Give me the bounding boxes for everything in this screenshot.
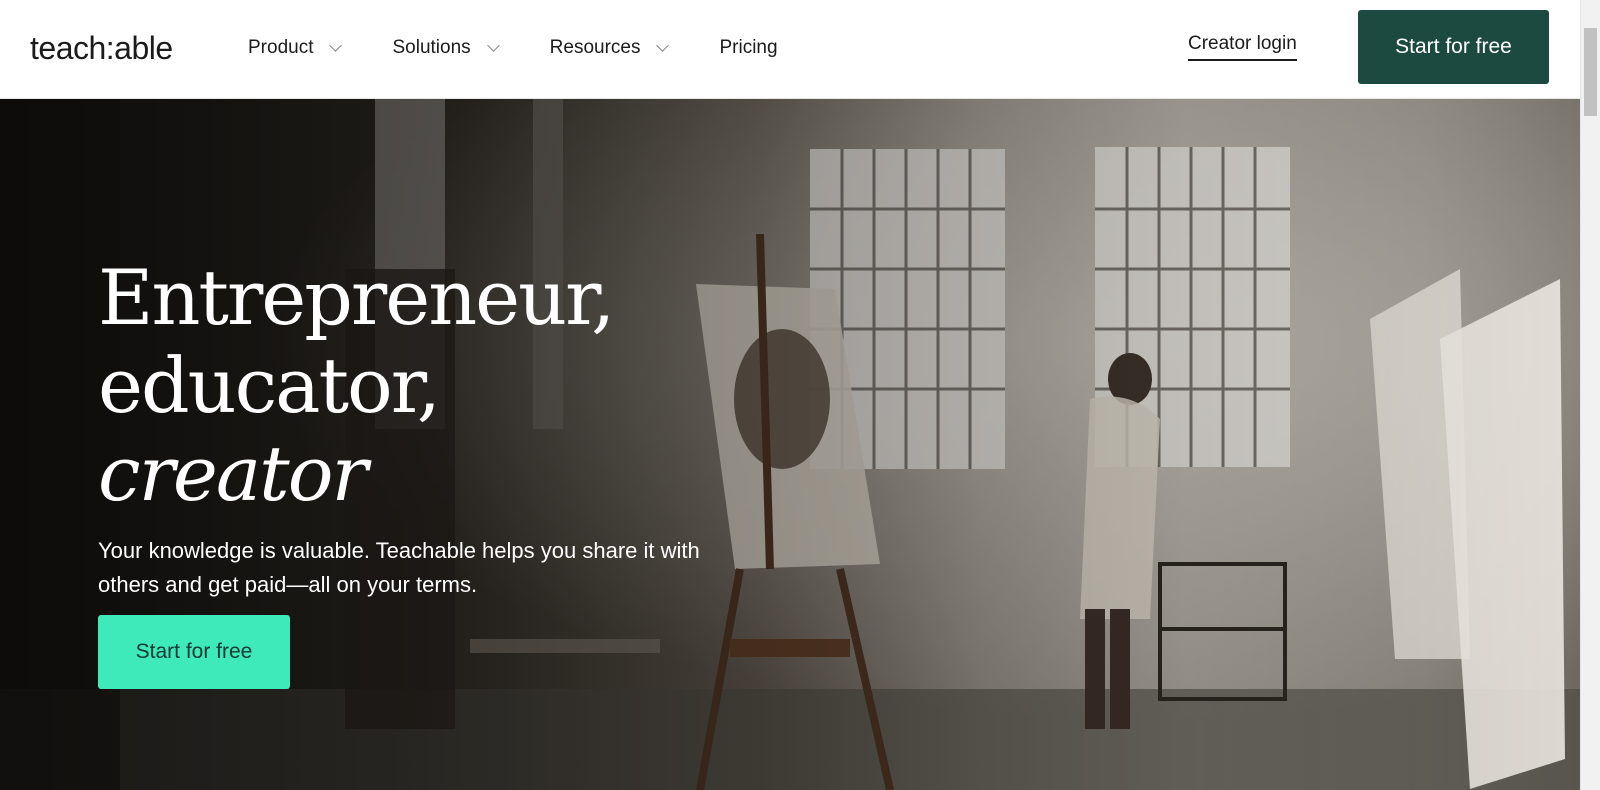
page: teach:able Product Solutions Resources P… <box>0 0 1600 790</box>
hero-heading: Entrepreneur, educator, creator <box>98 252 615 518</box>
nav-item-pricing[interactable]: Pricing <box>719 37 777 59</box>
site-header: teach:able Product Solutions Resources P… <box>0 0 1580 99</box>
start-for-free-button-header[interactable]: Start for free <box>1358 10 1549 84</box>
page-scrollbar[interactable] <box>1580 0 1600 790</box>
teachable-logo[interactable]: teach:able <box>30 29 173 67</box>
chevron-down-icon <box>486 38 500 52</box>
nav-item-resources[interactable]: Resources <box>549 37 670 59</box>
scrollbar-thumb[interactable] <box>1584 28 1597 116</box>
nav-item-label: Resources <box>549 37 641 58</box>
chevron-down-icon <box>329 38 343 52</box>
hero-heading-line-italic: creator <box>98 428 368 518</box>
hero-section: Entrepreneur, educator, creator Your kno… <box>0 99 1580 790</box>
nav-item-label: Pricing <box>719 37 778 58</box>
main-nav: Product Solutions Resources Pricing <box>248 30 830 66</box>
nav-item-product[interactable]: Product <box>248 37 343 59</box>
hero-heading-line: Entrepreneur, <box>98 252 615 342</box>
start-for-free-button-hero[interactable]: Start for free <box>98 615 290 689</box>
nav-item-label: Solutions <box>392 37 471 58</box>
hero-subtitle: Your knowledge is valuable. Teachable he… <box>98 538 700 597</box>
creator-login-link[interactable]: Creator login <box>1188 33 1297 61</box>
nav-item-label: Product <box>248 37 314 58</box>
hero-heading-line: educator, <box>98 340 441 430</box>
nav-item-solutions[interactable]: Solutions <box>392 37 500 59</box>
chevron-down-icon <box>656 38 670 52</box>
